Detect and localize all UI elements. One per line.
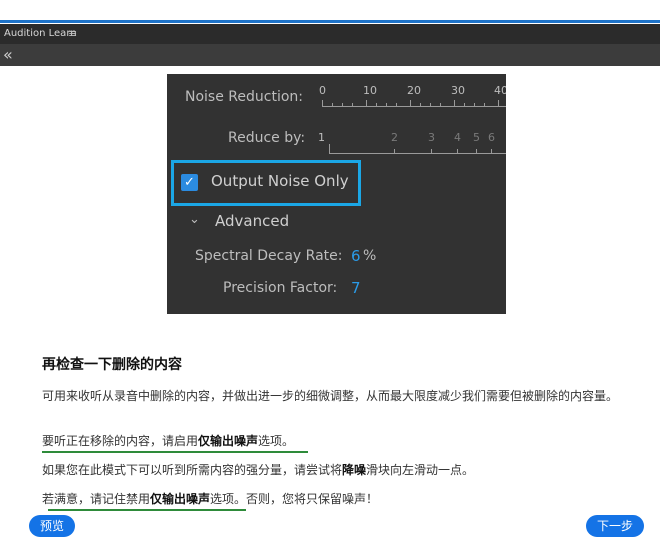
noise-slider-tick	[386, 103, 387, 106]
accent-line	[0, 20, 660, 23]
noise-tick: 40	[494, 84, 506, 97]
panel-titlebar: Audition Learn ≡	[0, 24, 660, 44]
noise-slider-tick	[420, 103, 421, 106]
panel-title: Audition Learn	[4, 28, 77, 39]
double-chevron-left-icon[interactable]: «	[3, 44, 13, 66]
green-underline	[48, 509, 246, 511]
chevron-down-icon[interactable]: ⌄	[189, 212, 200, 227]
reduce-tick: 1	[318, 131, 325, 144]
reduce-by-label: Reduce by:	[228, 130, 306, 146]
spectral-decay-value[interactable]: 6	[351, 247, 361, 265]
paragraph-text: 要听正在移除的内容，请启用	[42, 434, 199, 448]
reduce-tick: 3	[428, 131, 435, 144]
paragraph-text: 选项。	[258, 434, 295, 448]
spectral-decay-unit: %	[363, 248, 377, 264]
lesson-paragraph-2: 要听正在移除的内容，请启用仅输出噪声选项。	[42, 433, 637, 450]
noise-slider-tick	[376, 103, 377, 106]
noise-tick: 0	[319, 84, 326, 97]
reduce-tick: 4	[454, 131, 461, 144]
noise-slider-tick	[366, 100, 367, 106]
reduce-slider-tick	[394, 149, 395, 153]
green-underline	[42, 451, 308, 453]
reduce-tick: 5	[473, 131, 480, 144]
lesson-paragraph-1: 可用来收听从录音中删除的内容，并做出进一步的细微调整，从而最大限度减少我们需要但…	[42, 389, 619, 403]
noise-slider-tick	[464, 103, 465, 106]
next-step-button[interactable]: 下一步	[586, 515, 644, 537]
noise-tick: 10	[363, 84, 377, 97]
noise-slider-tick	[498, 100, 499, 106]
option-name: 仅输出噪声	[150, 492, 211, 506]
paragraph-text: 滑块向左滑动一点。	[366, 463, 475, 477]
top-strip	[0, 0, 660, 24]
noise-slider-tick	[474, 103, 475, 106]
reduce-slider-tick	[476, 149, 477, 153]
reduce-slider-tick	[491, 149, 492, 153]
option-name: 降噪	[342, 463, 367, 477]
reduce-slider-tick	[329, 144, 330, 153]
output-noise-only-label: Output Noise Only	[211, 172, 349, 190]
reduce-slider-tick	[457, 149, 458, 153]
noise-slider-tick	[410, 100, 411, 106]
preview-button[interactable]: 预览	[29, 515, 75, 537]
noise-slider-tick	[440, 103, 441, 106]
advanced-label[interactable]: Advanced	[215, 212, 289, 230]
option-name: 仅输出噪声	[198, 434, 259, 448]
noise-tick: 30	[451, 84, 465, 97]
noise-tick: 20	[407, 84, 421, 97]
noise-slider-tick	[454, 100, 455, 106]
lesson-paragraph-3: 如果您在此模式下可以听到所需内容的强分量，请尝试将降噪滑块向左滑动一点。	[42, 462, 637, 479]
precision-factor-value[interactable]: 7	[351, 279, 361, 297]
noise-slider-tick	[430, 103, 431, 106]
noise-slider-tick	[484, 103, 485, 106]
paragraph-text: 若满意，请记住禁用	[42, 492, 151, 506]
noise-reduction-label: Noise Reduction:	[185, 89, 303, 105]
noise-slider-tick	[322, 100, 323, 106]
paragraph-text: 。否则，您将只保留噪声！	[234, 492, 379, 506]
hamburger-icon[interactable]: ≡	[68, 24, 77, 44]
panel-toolbar: «	[0, 44, 660, 66]
reduce-tick: 2	[391, 131, 398, 144]
lesson-heading: 再检查一下删除的内容	[42, 357, 182, 373]
reduce-tick: 6	[488, 131, 495, 144]
output-noise-only-checkbox[interactable]: ✓	[181, 174, 198, 191]
reduce-slider-track	[329, 153, 506, 154]
paragraph-text: 选项	[210, 492, 235, 506]
noise-slider-tick	[352, 103, 353, 106]
noise-slider-track	[322, 106, 506, 107]
spectral-decay-label: Spectral Decay Rate:	[195, 248, 343, 264]
noise-slider-tick	[332, 103, 333, 106]
noise-slider-tick	[342, 103, 343, 106]
reduce-slider-tick	[431, 149, 432, 153]
lesson-paragraph-4: 若满意，请记住禁用仅输出噪声选项。否则，您将只保留噪声！	[42, 491, 637, 508]
paragraph-text: 如果您在此模式下可以听到所需内容的强分量，请尝试将	[42, 463, 343, 477]
noise-slider-tick	[396, 103, 397, 106]
noise-reduction-screenshot: Noise Reduction: 0 10 20 30 40 Reduce by…	[167, 74, 506, 314]
precision-factor-label: Precision Factor:	[223, 280, 338, 296]
